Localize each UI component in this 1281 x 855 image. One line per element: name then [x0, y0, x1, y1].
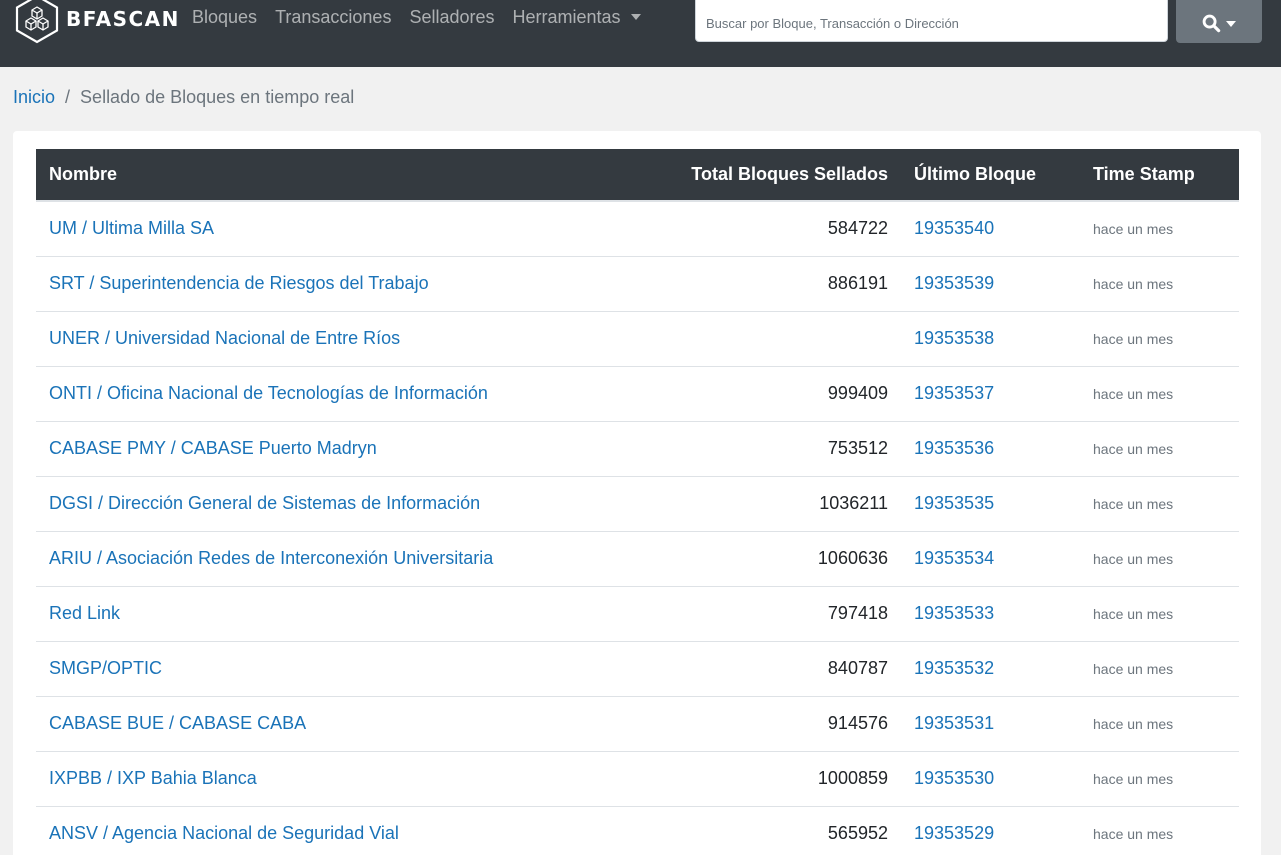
chevron-down-icon [1226, 20, 1236, 27]
sealer-name-link[interactable]: CABASE PMY / CABASE Puerto Madryn [36, 421, 558, 477]
table-row: SRT / Superintendencia de Riesgos del Tr… [36, 256, 1239, 312]
last-block-link[interactable]: 19353533 [901, 586, 1080, 642]
total-blocks: 1060636 [558, 531, 901, 587]
last-block-link[interactable]: 19353529 [901, 806, 1080, 855]
chevron-down-icon [630, 13, 641, 20]
timestamp: hace un mes [1080, 586, 1239, 642]
table-header-row: Nombre Total Bloques Sellados Último Blo… [36, 149, 1239, 202]
sealer-name-link[interactable]: ONTI / Oficina Nacional de Tecnologías d… [36, 366, 558, 422]
table-row: CABASE PMY / CABASE Puerto Madryn 753512… [36, 421, 1239, 477]
header-ultimo-bloque: Último Bloque [901, 149, 1080, 202]
sealer-name-link[interactable]: Red Link [36, 586, 558, 642]
nav-herramientas-dropdown[interactable]: Herramientas [513, 7, 641, 28]
total-blocks: 1000859 [558, 751, 901, 807]
table-row: Red Link 797418 19353533 hace un mes [36, 586, 1239, 642]
last-block-link[interactable]: 19353531 [901, 696, 1080, 752]
last-block-link[interactable]: 19353530 [901, 751, 1080, 807]
breadcrumb-home-link[interactable]: Inicio [13, 87, 55, 108]
top-navbar: BFASCAN Bloques Transacciones Selladores… [0, 0, 1281, 67]
search-button[interactable] [1176, 0, 1262, 43]
total-blocks: 565952 [558, 806, 901, 855]
last-block-link[interactable]: 19353535 [901, 476, 1080, 532]
nav-selladores[interactable]: Selladores [409, 7, 494, 28]
nav-bloques[interactable]: Bloques [192, 7, 257, 28]
last-block-link[interactable]: 19353536 [901, 421, 1080, 477]
last-block-link[interactable]: 19353534 [901, 531, 1080, 587]
last-block-link[interactable]: 19353538 [901, 311, 1080, 367]
sealer-name-link[interactable]: ANSV / Agencia Nacional de Seguridad Via… [36, 806, 558, 855]
breadcrumb-separator: / [65, 86, 71, 107]
search-icon [1202, 14, 1221, 33]
header-nombre: Nombre [36, 149, 558, 202]
sealer-name-link[interactable]: SMGP/OPTIC [36, 641, 558, 697]
cubes-hexagon-icon [15, 0, 59, 44]
table-row: UM / Ultima Milla SA 584722 19353540 hac… [36, 201, 1239, 257]
table-row: CABASE BUE / CABASE CABA 914576 19353531… [36, 696, 1239, 752]
nav-transacciones[interactable]: Transacciones [275, 7, 391, 28]
table-row: ARIU / Asociación Redes de Interconexión… [36, 531, 1239, 587]
timestamp: hace un mes [1080, 641, 1239, 697]
total-blocks: 753512 [558, 421, 901, 477]
table-row: ONTI / Oficina Nacional de Tecnologías d… [36, 366, 1239, 422]
total-blocks: 914576 [558, 696, 901, 752]
sealer-name-link[interactable]: DGSI / Dirección General de Sistemas de … [36, 476, 558, 532]
search-input[interactable] [695, 0, 1168, 42]
brand-logo[interactable]: BFASCAN [12, 0, 180, 44]
last-block-link[interactable]: 19353539 [901, 256, 1080, 312]
timestamp: hace un mes [1080, 421, 1239, 477]
breadcrumb-current: Sellado de Bloques en tiempo real [80, 86, 355, 107]
nav-herramientas-label: Herramientas [512, 6, 621, 27]
table-row: IXPBB / IXP Bahia Blanca 1000859 1935353… [36, 751, 1239, 807]
brand-name: BFASCAN [66, 7, 180, 31]
sealer-name-link[interactable]: IXPBB / IXP Bahia Blanca [36, 751, 558, 807]
table-row: ANSV / Agencia Nacional de Seguridad Via… [36, 806, 1239, 855]
total-blocks: 1036211 [558, 476, 901, 532]
total-blocks: 886191 [558, 256, 901, 312]
timestamp: hace un mes [1080, 531, 1239, 587]
total-blocks: 584722 [558, 201, 901, 257]
timestamp: hace un mes [1080, 366, 1239, 422]
total-blocks [558, 311, 901, 367]
header-time-stamp: Time Stamp [1080, 149, 1239, 202]
total-blocks: 797418 [558, 586, 901, 642]
timestamp: hace un mes [1080, 696, 1239, 752]
last-block-link[interactable]: 19353537 [901, 366, 1080, 422]
sealer-name-link[interactable]: SRT / Superintendencia de Riesgos del Tr… [36, 256, 558, 312]
sealer-name-link[interactable]: CABASE BUE / CABASE CABA [36, 696, 558, 752]
header-total-bloques: Total Bloques Sellados [558, 149, 901, 202]
table-row: DGSI / Dirección General de Sistemas de … [36, 476, 1239, 532]
sealer-name-link[interactable]: ARIU / Asociación Redes de Interconexión… [36, 531, 558, 587]
sealer-name-link[interactable]: UM / Ultima Milla SA [36, 201, 558, 257]
timestamp: hace un mes [1080, 476, 1239, 532]
sealer-name-link[interactable]: UNER / Universidad Nacional de Entre Río… [36, 311, 558, 367]
timestamp: hace un mes [1080, 256, 1239, 312]
table-row: UNER / Universidad Nacional de Entre Río… [36, 311, 1239, 367]
main-nav: Bloques Transacciones Selladores Herrami… [192, 6, 659, 28]
timestamp: hace un mes [1080, 751, 1239, 807]
breadcrumb: Inicio / Sellado de Bloques en tiempo re… [13, 86, 354, 108]
timestamp: hace un mes [1080, 201, 1239, 257]
timestamp: hace un mes [1080, 311, 1239, 367]
total-blocks: 840787 [558, 641, 901, 697]
total-blocks: 999409 [558, 366, 901, 422]
last-block-link[interactable]: 19353532 [901, 641, 1080, 697]
sealers-table: Nombre Total Bloques Sellados Último Blo… [36, 149, 1239, 855]
last-block-link[interactable]: 19353540 [901, 201, 1080, 257]
table-row: SMGP/OPTIC 840787 19353532 hace un mes [36, 641, 1239, 697]
timestamp: hace un mes [1080, 806, 1239, 855]
